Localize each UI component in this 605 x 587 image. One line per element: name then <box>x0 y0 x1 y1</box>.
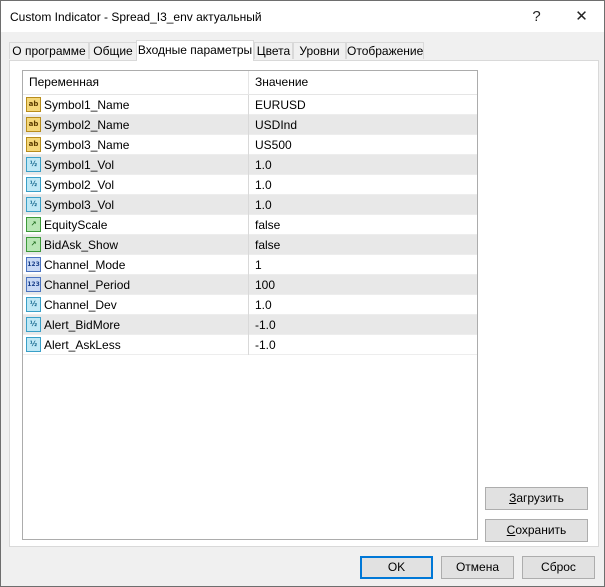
double-type-icon: ½ <box>26 317 41 332</box>
grid-header: Переменная Значение <box>23 71 477 95</box>
tab-common[interactable]: Общие <box>89 42 137 59</box>
cell-divider <box>248 95 249 115</box>
tab-levels[interactable]: Уровни <box>293 42 346 59</box>
tab-colors[interactable]: Цвета <box>254 42 293 59</box>
reset-button[interactable]: Сброс <box>522 556 595 579</box>
param-name: Alert_BidMore <box>44 318 121 332</box>
param-name: Symbol1_Name <box>44 98 130 112</box>
table-row[interactable]: ½ Alert_BidMore -1.0 <box>23 315 477 335</box>
param-value[interactable]: 1.0 <box>255 155 272 175</box>
param-name: Symbol2_Vol <box>44 178 115 192</box>
column-header-variable[interactable]: Переменная <box>23 71 248 94</box>
string-type-icon: ab <box>26 97 41 112</box>
window-title: Custom Indicator - Spread_I3_env актуаль… <box>10 10 262 24</box>
cancel-button[interactable]: Отмена <box>441 556 514 579</box>
string-type-icon: ab <box>26 117 41 132</box>
param-value[interactable]: USDInd <box>255 115 297 135</box>
param-value[interactable]: EURUSD <box>255 95 306 115</box>
title-bar: Custom Indicator - Spread_I3_env актуаль… <box>1 1 604 32</box>
bool-type-icon: ↗ <box>26 237 41 252</box>
param-name: Symbol3_Vol <box>44 198 115 212</box>
table-row[interactable]: 123 Channel_Mode 1 <box>23 255 477 275</box>
ok-button[interactable]: OK <box>360 556 433 579</box>
tab-strip: О программе Общие Входные параметры Цвет… <box>9 40 599 61</box>
table-row[interactable]: ½ Channel_Dev 1.0 <box>23 295 477 315</box>
double-type-icon: ½ <box>26 157 41 172</box>
save-label: охранить <box>515 523 567 537</box>
param-name: Channel_Dev <box>44 298 117 312</box>
table-row[interactable]: 123 Channel_Period 100 <box>23 275 477 295</box>
param-value[interactable]: 1.0 <box>255 295 272 315</box>
close-icon[interactable]: ✕ <box>559 1 604 32</box>
table-row[interactable]: ab Symbol2_Name USDInd <box>23 115 477 135</box>
param-value[interactable]: US500 <box>255 135 292 155</box>
integer-type-icon: 123 <box>26 277 41 292</box>
param-value[interactable]: -1.0 <box>255 315 276 335</box>
inputs-tab-panel: Переменная Значение ab Symbol1_Name EURU… <box>9 60 599 547</box>
param-name: BidAsk_Show <box>44 238 119 252</box>
load-label: агрузить <box>516 491 564 505</box>
double-type-icon: ½ <box>26 177 41 192</box>
param-value[interactable]: 1 <box>255 255 262 275</box>
cell-divider <box>248 195 249 215</box>
param-name: Alert_AskLess <box>44 338 121 352</box>
table-row[interactable]: ½ Symbol3_Vol 1.0 <box>23 195 477 215</box>
param-value[interactable]: 1.0 <box>255 175 272 195</box>
param-value[interactable]: false <box>255 235 280 255</box>
tab-visualization[interactable]: Отображение <box>346 42 424 59</box>
cell-divider <box>248 255 249 275</box>
cell-divider <box>248 215 249 235</box>
grid-rows: ab Symbol1_Name EURUSD ab Symbol2_Name U… <box>23 95 477 355</box>
load-button[interactable]: Загрузить <box>485 487 588 510</box>
double-type-icon: ½ <box>26 297 41 312</box>
table-row[interactable]: ↗ BidAsk_Show false <box>23 235 477 255</box>
save-button[interactable]: Сохранить <box>485 519 588 542</box>
indicator-dialog: Custom Indicator - Spread_I3_env актуаль… <box>0 0 605 587</box>
cell-divider <box>248 275 249 295</box>
param-value[interactable]: 100 <box>255 275 275 295</box>
param-value[interactable]: -1.0 <box>255 335 276 355</box>
cell-divider <box>248 315 249 335</box>
integer-type-icon: 123 <box>26 257 41 272</box>
param-name: Symbol1_Vol <box>44 158 115 172</box>
tab-inputs[interactable]: Входные параметры <box>136 40 254 61</box>
column-header-value[interactable]: Значение <box>249 71 477 94</box>
tab-about[interactable]: О программе <box>9 42 89 59</box>
table-row[interactable]: ab Symbol1_Name EURUSD <box>23 95 477 115</box>
param-value[interactable]: false <box>255 215 280 235</box>
param-name: EquityScale <box>44 218 108 232</box>
cell-divider <box>248 135 249 155</box>
double-type-icon: ½ <box>26 337 41 352</box>
cell-divider <box>248 155 249 175</box>
cell-divider <box>248 295 249 315</box>
param-value[interactable]: 1.0 <box>255 195 272 215</box>
table-row[interactable]: ½ Symbol2_Vol 1.0 <box>23 175 477 195</box>
param-name: Symbol2_Name <box>44 118 130 132</box>
help-button[interactable]: ? <box>514 1 559 32</box>
table-row[interactable]: ½ Alert_AskLess -1.0 <box>23 335 477 355</box>
param-name: Channel_Period <box>44 278 131 292</box>
param-name: Channel_Mode <box>44 258 126 272</box>
string-type-icon: ab <box>26 137 41 152</box>
cell-divider <box>248 175 249 195</box>
cell-divider <box>248 235 249 255</box>
bool-type-icon: ↗ <box>26 217 41 232</box>
double-type-icon: ½ <box>26 197 41 212</box>
param-name: Symbol3_Name <box>44 138 130 152</box>
cell-divider <box>248 115 249 135</box>
table-row[interactable]: ↗ EquityScale false <box>23 215 477 235</box>
parameters-grid: Переменная Значение ab Symbol1_Name EURU… <box>22 70 478 540</box>
table-row[interactable]: ½ Symbol1_Vol 1.0 <box>23 155 477 175</box>
cell-divider <box>248 335 249 355</box>
table-row[interactable]: ab Symbol3_Name US500 <box>23 135 477 155</box>
